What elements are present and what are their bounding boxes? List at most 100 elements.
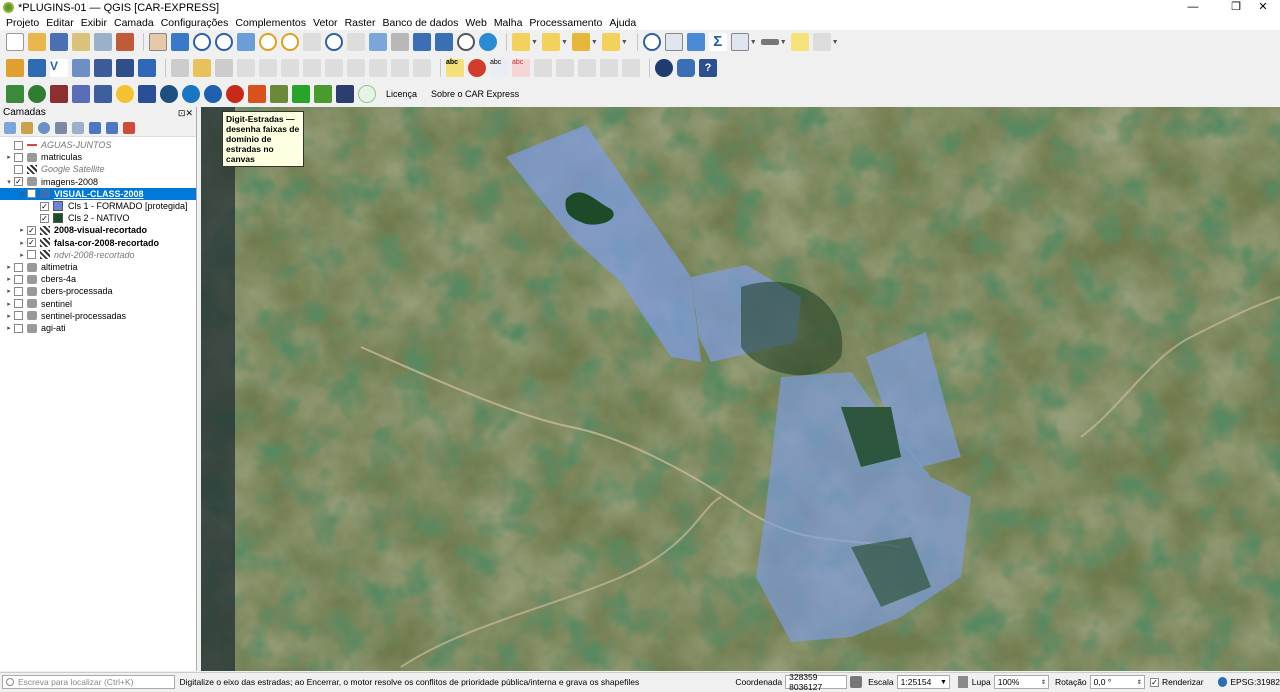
zoom-native-icon[interactable]: [303, 33, 321, 51]
expand-arrow-icon[interactable]: ▸: [4, 300, 14, 308]
cut-icon[interactable]: [325, 59, 343, 77]
forest-icon[interactable]: [314, 85, 332, 103]
toggle-editing-pencil-icon[interactable]: [193, 59, 211, 77]
digit-estradas-icon[interactable]: [204, 85, 222, 103]
layer-visibility-checkbox[interactable]: [14, 152, 23, 162]
layer-row[interactable]: ▸ cbers-4a: [0, 273, 196, 285]
lock-icon[interactable]: [957, 676, 968, 688]
new-bookmark-icon[interactable]: [413, 33, 431, 51]
layer-visibility-checkbox[interactable]: [14, 164, 23, 174]
expand-arrow-icon[interactable]: ▸: [4, 153, 14, 161]
zoom-selection-icon[interactable]: [259, 33, 277, 51]
layers-icon[interactable]: [94, 85, 112, 103]
attribute-table-icon[interactable]: [664, 33, 683, 51]
menu-complementos[interactable]: Complementos: [235, 17, 306, 29]
zoom-in-icon[interactable]: [193, 33, 211, 51]
edits-icon[interactable]: [171, 59, 189, 77]
layer-row[interactable]: Google Satellite: [0, 163, 196, 175]
layer-styling-icon[interactable]: [4, 121, 16, 134]
chevron-down-icon[interactable]: ▼: [750, 39, 757, 46]
render-checkbox[interactable]: ✓: [1149, 677, 1159, 687]
add-virtual-layer-icon[interactable]: [138, 59, 156, 77]
filter-expression-icon[interactable]: [72, 121, 84, 134]
car-express-icon[interactable]: [6, 85, 24, 103]
delete-selected-icon[interactable]: [303, 59, 321, 77]
unpin-labels-icon[interactable]: [622, 59, 640, 77]
layer-visibility-checkbox[interactable]: [14, 262, 23, 272]
layer-visibility-checkbox[interactable]: [14, 299, 23, 309]
layer-row[interactable]: AGUAS-JUNTOS: [0, 139, 196, 151]
crs-globe-icon[interactable]: [1217, 677, 1228, 687]
add-raster-icon[interactable]: [72, 59, 90, 77]
expand-arrow-icon[interactable]: ▸: [17, 226, 27, 234]
add-vector-icon[interactable]: V: [50, 59, 68, 77]
pin-labels-icon[interactable]: abc: [490, 59, 508, 77]
paste-icon[interactable]: [369, 59, 387, 77]
zoom-out-icon[interactable]: [215, 33, 233, 51]
landscape-icon[interactable]: [270, 85, 288, 103]
expand-arrow-icon[interactable]: ▸: [4, 312, 14, 320]
redo-icon[interactable]: [413, 59, 431, 77]
select-location-icon[interactable]: [601, 33, 620, 51]
expand-arrow-icon[interactable]: ▾: [4, 178, 14, 186]
magnifier-spinbox[interactable]: 100% ⇕: [993, 675, 1049, 689]
chevron-down-icon[interactable]: ▼: [621, 39, 628, 46]
refresh-icon[interactable]: [479, 33, 497, 51]
measure-icon[interactable]: [760, 39, 779, 45]
help-icon[interactable]: ?: [699, 59, 717, 77]
layer-row[interactable]: ▸ altimetria: [0, 261, 196, 273]
layer-row[interactable]: ✓ Cls 2 - NATIVO: [0, 212, 196, 224]
flame-icon[interactable]: [248, 85, 266, 103]
target-icon[interactable]: [160, 85, 178, 103]
globe-plugin-icon[interactable]: [655, 59, 673, 77]
add-wms-icon[interactable]: [116, 59, 134, 77]
sobre-car-express-button[interactable]: Sobre o CAR Express: [431, 89, 519, 99]
new-geopackage-icon[interactable]: [28, 59, 46, 77]
fire-icon[interactable]: [226, 85, 244, 103]
locate-icon[interactable]: [812, 33, 831, 51]
crs-label[interactable]: EPSG:31982: [1230, 677, 1280, 687]
expand-arrow-icon[interactable]: ▸: [4, 287, 14, 295]
scale-combobox[interactable]: 1:25154 ▼: [896, 675, 950, 689]
style-manager-icon[interactable]: [116, 33, 134, 51]
select-features-icon[interactable]: [512, 33, 530, 51]
zoom-last-icon[interactable]: [325, 33, 343, 51]
layer-visibility-checkbox[interactable]: [14, 140, 23, 150]
expand-arrow-icon[interactable]: ▸: [4, 324, 14, 332]
save-as-icon[interactable]: [72, 33, 90, 51]
licenca-button[interactable]: Licença: [386, 89, 417, 99]
sun-icon[interactable]: [116, 85, 134, 103]
rotation-spinbox[interactable]: 0,0 ° ⇕: [1089, 675, 1145, 689]
save-edits-icon[interactable]: [215, 59, 233, 77]
monitor-icon[interactable]: [336, 85, 354, 103]
locator-search-field[interactable]: Escreva para localizar (Ctrl+K): [2, 675, 176, 689]
menu-editar[interactable]: Editar: [46, 17, 73, 29]
move-diagram-icon[interactable]: [600, 59, 618, 77]
close-button[interactable]: ✕: [1246, 0, 1280, 15]
minimize-button[interactable]: —: [1176, 0, 1210, 15]
layer-visibility-checkbox[interactable]: [27, 250, 36, 260]
layer-visibility-checkbox[interactable]: ✓: [27, 225, 36, 235]
python-console-icon[interactable]: [677, 59, 695, 77]
show-bookmarks-icon[interactable]: [435, 33, 453, 51]
layer-row[interactable]: ▸ sentinel: [0, 298, 196, 310]
add-database-icon[interactable]: [94, 59, 112, 77]
expand-arrow-icon[interactable]: ▾: [17, 190, 27, 198]
collapse-all-icon[interactable]: [106, 121, 118, 134]
zoom-layer-icon[interactable]: [281, 33, 299, 51]
open-table-icon[interactable]: [730, 33, 749, 51]
deselect-icon[interactable]: [571, 33, 590, 51]
chevron-down-icon[interactable]: ▼: [780, 39, 787, 46]
label-abc-icon[interactable]: abc: [446, 59, 464, 77]
new-map-view-icon[interactable]: [369, 33, 387, 51]
expand-all-icon[interactable]: [89, 121, 101, 134]
book-icon[interactable]: [50, 85, 68, 103]
show-hide-labels-icon[interactable]: abc: [512, 59, 530, 77]
chevron-down-icon[interactable]: ▼: [531, 39, 538, 46]
menu-ajuda[interactable]: Ajuda: [609, 17, 636, 29]
leaf-icon[interactable]: [28, 85, 46, 103]
tree-icon[interactable]: [292, 85, 310, 103]
expand-arrow-icon[interactable]: ▸: [4, 263, 14, 271]
layer-labeling-icon[interactable]: [468, 59, 486, 77]
expand-arrow-icon[interactable]: ▸: [4, 275, 14, 283]
